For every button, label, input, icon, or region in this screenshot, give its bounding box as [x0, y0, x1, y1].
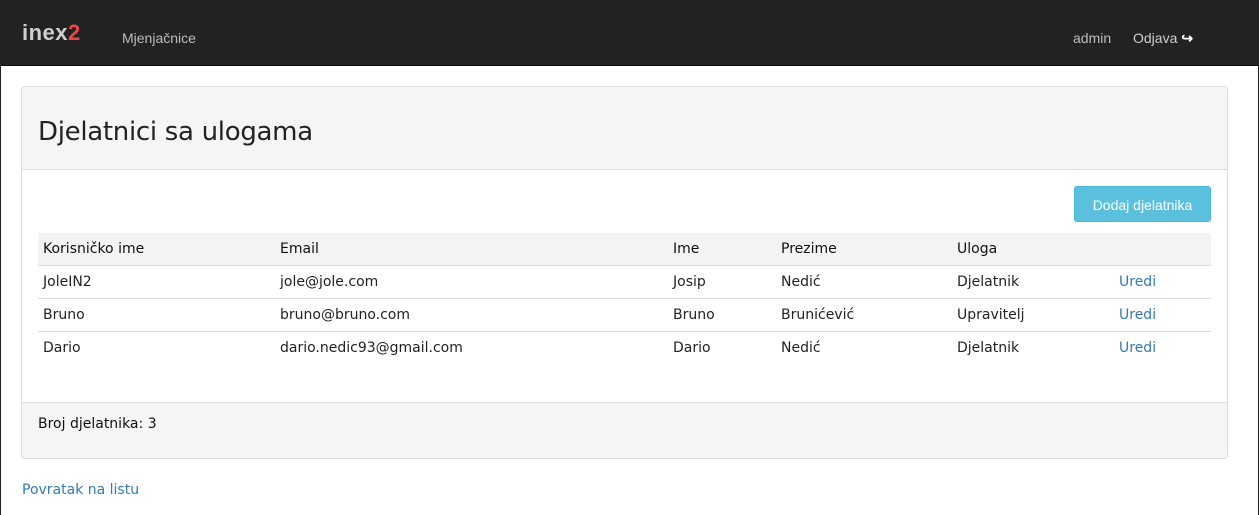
cell-email: jole@jole.com — [275, 265, 668, 299]
cell-actions: Uredi — [1114, 265, 1211, 299]
top-navbar: inex2 Mjenjačnice admin Odjava ↪ — [0, 0, 1259, 66]
edit-link[interactable]: Uredi — [1119, 340, 1156, 356]
brand-text: inex — [22, 20, 69, 45]
cell-username: Dario — [43, 339, 81, 356]
page-title: Djelatnici sa ulogama — [38, 117, 313, 147]
cell-first-name: Josip — [668, 265, 776, 299]
back-to-list-link[interactable]: Povratak na listu — [22, 482, 139, 498]
edit-link[interactable]: Uredi — [1119, 307, 1156, 323]
cell-first-name: Dario — [673, 339, 711, 356]
cell-last-name: Brunićević — [776, 298, 952, 332]
employee-count-label: Broj djelatnika: — [38, 416, 144, 432]
cell-username: JoleIN2 — [38, 265, 275, 299]
table-row: Dario dario.nedic93@gmail.com Dario Nedi… — [38, 331, 1211, 364]
add-employee-button[interactable]: Dodaj djelatnika — [1074, 186, 1211, 222]
employee-count: Broj djelatnika: 3 — [38, 416, 157, 432]
table-row: JoleIN2 jole@jole.com Josip Nedić Djelat… — [38, 265, 1211, 299]
panel-footer: Broj djelatnika: 3 — [22, 402, 1227, 458]
employees-table: Korisničko ime Email Ime Prezime Uloga J… — [38, 233, 1211, 364]
column-header-email: Email — [275, 233, 668, 266]
table-header-row: Korisničko ime Email Ime Prezime Uloga — [38, 233, 1211, 266]
cell-role: Upravitelj — [952, 298, 1114, 332]
column-header-first-name: Ime — [668, 233, 776, 266]
logout-link[interactable]: Odjava ↪ — [1133, 30, 1193, 47]
cell-username: Bruno — [38, 298, 275, 332]
cell-last-name: Nedić — [781, 339, 821, 356]
nav-link-mjenjacnice[interactable]: Mjenjačnice — [122, 30, 196, 46]
brand-logo[interactable]: inex2 — [22, 22, 81, 44]
cell-email: bruno@bruno.com — [275, 298, 668, 332]
column-header-username: Korisničko ime — [38, 233, 275, 266]
cell-role: Djelatnik — [957, 339, 1020, 356]
cell-actions: Uredi — [1114, 331, 1211, 364]
column-header-actions — [1114, 233, 1211, 266]
cell-last-name: Nedić — [776, 265, 952, 299]
brand-accent: 2 — [68, 20, 81, 45]
column-header-last-name: Prezime — [776, 233, 952, 266]
cell-email: dario.nedic93@gmail.com — [280, 339, 463, 356]
cell-role: Djelatnik — [952, 265, 1114, 299]
logout-label: Odjava — [1133, 30, 1178, 46]
employees-panel: Djelatnici sa ulogama Dodaj djelatnika K… — [21, 86, 1228, 459]
employee-count-value: 3 — [147, 416, 157, 432]
nav-username[interactable]: admin — [1073, 30, 1111, 46]
sign-out-icon: ↪ — [1181, 30, 1194, 46]
table-row: Bruno bruno@bruno.com Bruno Brunićević U… — [38, 298, 1211, 332]
cell-first-name: Bruno — [668, 298, 776, 332]
edit-link[interactable]: Uredi — [1119, 274, 1156, 290]
cell-actions: Uredi — [1114, 298, 1211, 332]
panel-heading: Djelatnici sa ulogama — [22, 87, 1227, 170]
column-header-role: Uloga — [952, 233, 1114, 266]
